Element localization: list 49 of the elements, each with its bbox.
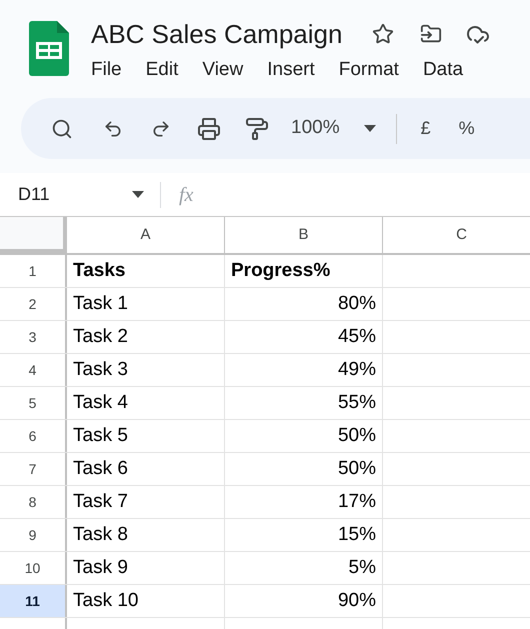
star-icon[interactable] (372, 23, 394, 45)
table-cell: Task 2 (67, 321, 225, 353)
percent-button[interactable]: % (458, 115, 475, 142)
table-cell: Task 5 (67, 420, 225, 452)
table-cell: Task 1 (67, 288, 225, 320)
table-cell: Progress% (225, 255, 383, 287)
table-cell: Task 4 (67, 387, 225, 419)
paint-roller-icon[interactable] (245, 116, 269, 140)
table-cell: 5% (225, 552, 383, 584)
caret-icon (132, 191, 144, 198)
folder-icon[interactable] (420, 23, 442, 45)
corner-cell[interactable] (0, 217, 67, 253)
row-header[interactable]: 11 (0, 585, 67, 617)
redo-icon[interactable] (151, 118, 171, 138)
table-cell: 50% (225, 453, 383, 485)
column-header[interactable]: A (67, 217, 225, 253)
table-cell: 45% (225, 321, 383, 353)
document-title[interactable]: ABC Sales Campaign (91, 14, 342, 54)
table-cell: 90% (225, 585, 383, 617)
menu-item[interactable]: File (91, 56, 122, 84)
table-cell: 15% (225, 519, 383, 551)
table-cell: 49% (225, 354, 383, 386)
menu-item[interactable]: Format (338, 56, 399, 84)
print-icon[interactable] (197, 116, 221, 140)
table-cell: Task 10 (67, 585, 225, 617)
search-icon[interactable] (51, 118, 73, 140)
menu-item[interactable]: Edit (146, 56, 178, 84)
menu-item[interactable]: View (202, 56, 244, 84)
spreadsheet-logo-icon[interactable] (29, 21, 69, 76)
table-cell: Task 7 (67, 486, 225, 518)
column-header[interactable]: C (383, 217, 530, 253)
currency-button[interactable]: £ (420, 115, 431, 142)
table-cell: Task 6 (67, 453, 225, 485)
cell-reference-box[interactable]: D11 (0, 173, 160, 216)
table-cell: 17% (225, 486, 383, 518)
table-cell: 50% (225, 420, 383, 452)
table-cell: Task 3 (67, 354, 225, 386)
table-cell: Tasks (67, 255, 225, 287)
column-header[interactable]: B (225, 217, 383, 253)
menu-item[interactable]: Insert (267, 56, 315, 84)
caret-icon (364, 125, 376, 132)
zoom-dropdown[interactable]: 100% (291, 114, 376, 143)
table-cell: Task 9 (67, 552, 225, 584)
table-cell: 80% (225, 288, 383, 320)
function-label: fx (179, 182, 194, 208)
table-cell: 55% (225, 387, 383, 419)
menu-item[interactable]: Data (422, 56, 464, 84)
table-cell: Task 8 (67, 519, 225, 551)
undo-icon[interactable] (103, 118, 123, 138)
